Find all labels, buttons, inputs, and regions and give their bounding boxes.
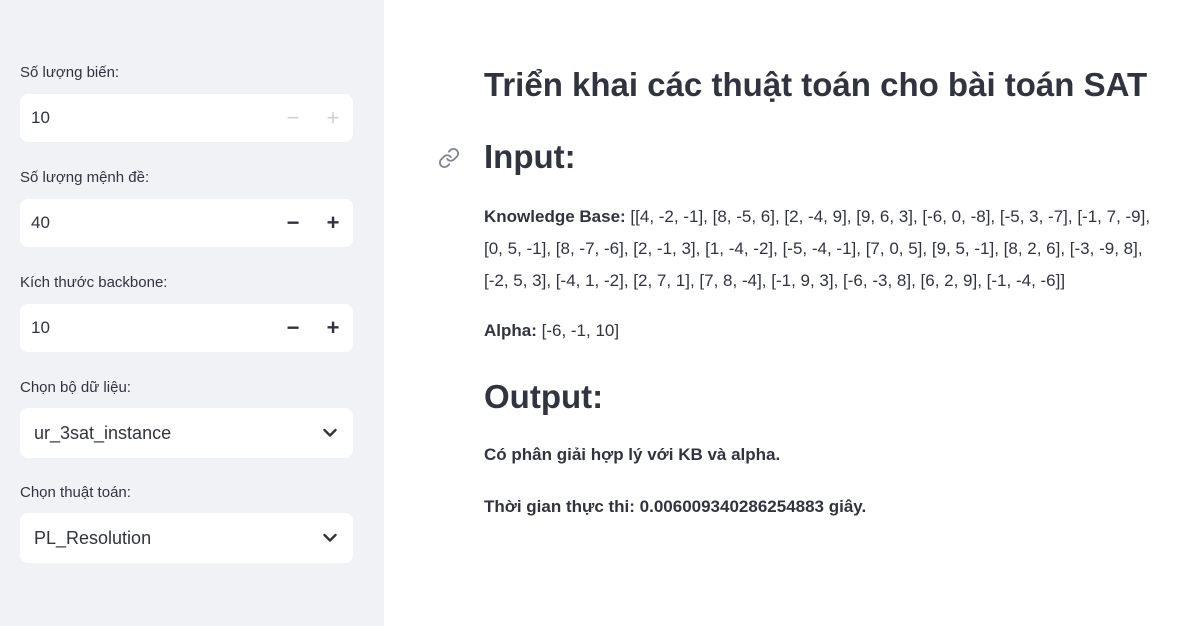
num-clauses-input[interactable]: 40 − + [20, 199, 353, 247]
backbone-decrement-button[interactable]: − [273, 304, 313, 352]
kb-line-3: [-2, 5, 3], [-4, 1, -2], [2, 7, 1], [7, … [484, 271, 1066, 290]
backbone-increment-button[interactable]: + [313, 304, 353, 352]
num-clauses-decrement-button[interactable]: − [273, 199, 313, 247]
link-icon[interactable] [438, 147, 460, 169]
num-vars-input[interactable]: 10 − + [20, 94, 353, 142]
alpha-text: Alpha: [-6, -1, 10] [484, 321, 619, 341]
result-value: Có phân giải hợp lý với KB và alpha. [484, 445, 781, 464]
dataset-select[interactable]: ur_3sat_instance [20, 408, 353, 458]
kb-line-2: [0, 5, -1], [8, -7, -6], [2, -1, 3], [1,… [484, 239, 1143, 258]
num-clauses-label: Số lượng mệnh đề: [20, 169, 150, 186]
alpha-label: Alpha: [484, 321, 537, 340]
kb-line-1: [[4, -2, -1], [8, -5, 6], [2, -4, 9], [9… [625, 207, 1151, 226]
dataset-label: Chọn bộ dữ liệu: [20, 379, 131, 396]
alpha-value: [-6, -1, 10] [536, 321, 620, 340]
algorithm-value: PL_Resolution [34, 527, 152, 548]
knowledge-base-text: Knowledge Base: [[4, -2, -1], [8, -5, 6]… [484, 201, 1177, 297]
chevron-down-icon [323, 428, 337, 437]
output-heading: Output: [484, 378, 604, 415]
num-vars-value[interactable]: 10 [20, 108, 273, 128]
algorithm-select[interactable]: PL_Resolution [20, 513, 353, 563]
chevron-down-icon [323, 533, 337, 542]
execution-time-text: Thời gian thực thi: 0.006009340286254883… [484, 497, 866, 517]
num-vars-label: Số lượng biến: [20, 64, 120, 81]
algorithm-label: Chọn thuật toán: [20, 484, 131, 501]
input-heading: Input: [484, 138, 576, 175]
main-content: Triển khai các thuật toán cho bài toán S… [384, 0, 1177, 626]
dataset-value: ur_3sat_instance [34, 422, 172, 443]
execution-time-value: Thời gian thực thi: 0.006009340286254883… [484, 497, 867, 516]
result-text: Có phân giải hợp lý với KB và alpha. [484, 445, 780, 465]
backbone-input[interactable]: 10 − + [20, 304, 353, 352]
num-clauses-increment-button[interactable]: + [313, 199, 353, 247]
page-title: Triển khai các thuật toán cho bài toán S… [484, 66, 1148, 103]
num-clauses-value[interactable]: 40 [20, 213, 273, 233]
num-vars-increment-button[interactable]: + [313, 94, 353, 142]
sidebar: Số lượng biến: 10 − + Số lượng mệnh đề: … [0, 0, 384, 626]
backbone-label: Kích thước backbone: [20, 274, 168, 291]
kb-label: Knowledge Base: [484, 207, 626, 226]
num-vars-decrement-button[interactable]: − [273, 94, 313, 142]
backbone-value[interactable]: 10 [20, 318, 273, 338]
